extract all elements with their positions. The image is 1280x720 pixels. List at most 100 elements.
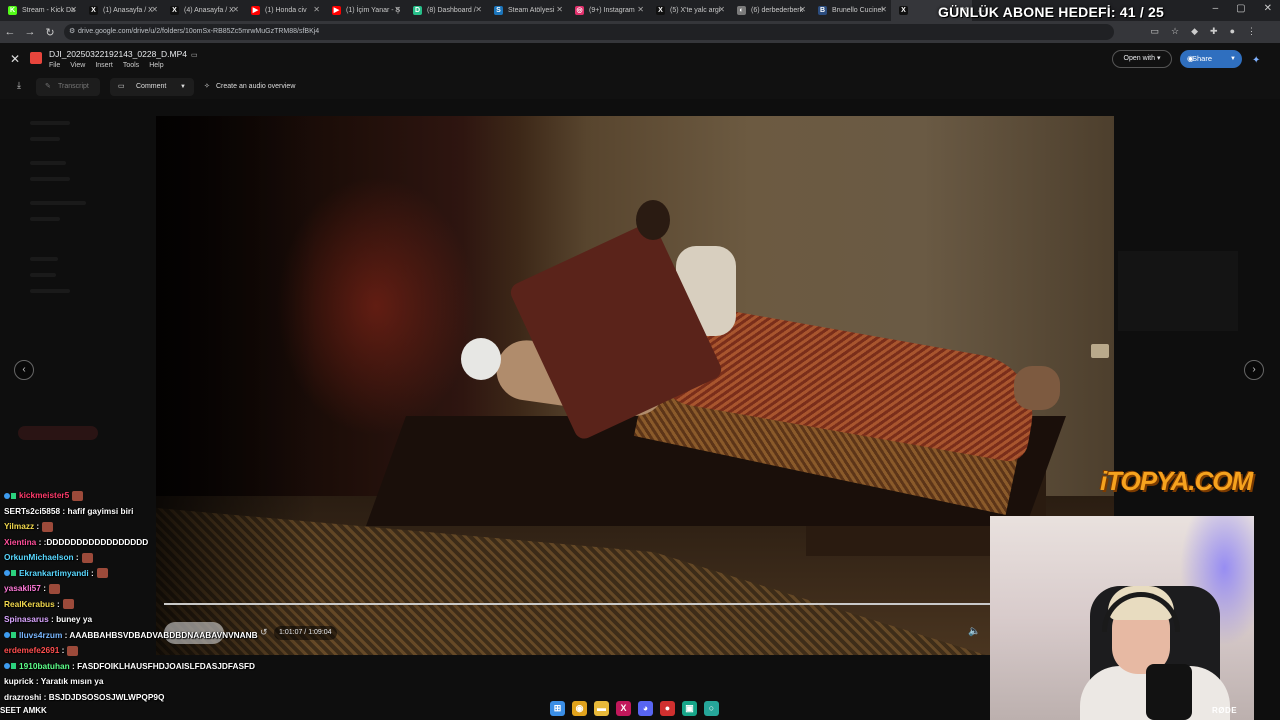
- chat-username: OrkunMichaelson: [4, 552, 74, 562]
- menu-help[interactable]: Help: [149, 62, 163, 69]
- browser-menu-icon[interactable]: ⋮: [1247, 26, 1256, 37]
- chat-text: : FASDFOIKLHAUSFHDJOAISLFDASJDFASFD: [69, 660, 256, 671]
- comment-chevron-icon[interactable]: ▼: [180, 78, 186, 96]
- next-file-button[interactable]: ›: [1244, 360, 1264, 380]
- mod-badge-icon: [11, 663, 16, 670]
- file-menu-bar: File View Insert Tools Help: [49, 62, 164, 69]
- tab-title: (9+) Instagram: [589, 7, 635, 14]
- x-app-icon[interactable]: X: [616, 700, 631, 716]
- stream-chat-overlay: kickmeister5 SERTs2ci5858 : hafif gayimsi…: [0, 476, 300, 720]
- browser-tab[interactable]: ▶ (1) Honda civ ✕: [243, 0, 324, 21]
- share-label: Share: [1192, 54, 1213, 63]
- browser-toolbar-icons: ▭ ☆ ◆ ✚ ● ⋮: [1151, 26, 1257, 37]
- browser-tab[interactable]: ◎ (9+) Instagram ✕: [567, 0, 648, 21]
- share-button[interactable]: ◉ Share ▼: [1180, 50, 1242, 68]
- reload-icon[interactable]: ↻: [40, 26, 60, 39]
- tab-close-icon[interactable]: ✕: [232, 5, 239, 14]
- audio-overview-button[interactable]: ✧ Create an audio overview: [200, 78, 312, 96]
- obs-icon[interactable]: ●: [660, 700, 675, 716]
- menu-tools[interactable]: Tools: [123, 62, 139, 69]
- chat-emote-icon: [72, 490, 84, 501]
- browser-tab[interactable]: ▶ (1) İçim Yanar - Ş ✕: [324, 0, 405, 21]
- menu-file[interactable]: File: [49, 62, 60, 69]
- tab-favicon-icon: X: [170, 6, 179, 15]
- tab-title: Stream - Kick Da: [22, 7, 75, 14]
- chrome-icon[interactable]: ◉: [572, 700, 587, 716]
- file-name: DJI_20250322192143_0228_D.MP4 ▭: [49, 49, 198, 59]
- tab-close-icon[interactable]: ✕: [556, 5, 563, 14]
- gemini-icon[interactable]: ✦: [1252, 55, 1260, 66]
- tab-close-icon[interactable]: ✕: [718, 5, 725, 14]
- minimize-icon[interactable]: –: [1213, 3, 1219, 14]
- tab-favicon-icon: ◐: [737, 6, 746, 15]
- tab-title: (1) Honda civ: [265, 7, 307, 14]
- menu-insert[interactable]: Insert: [95, 62, 113, 69]
- browser-tab[interactable]: X (4) Anasayfa / X ✕: [162, 0, 243, 21]
- browser-tab[interactable]: B Brunello Cucinel ✕: [810, 0, 891, 21]
- site-info-icon[interactable]: ⚙: [69, 24, 75, 40]
- tab-title: (8) Dashboard /: [427, 7, 476, 14]
- url-field[interactable]: ⚙ drive.google.com/drive/u/2/folders/10o…: [64, 24, 1114, 40]
- forward-icon[interactable]: →: [20, 26, 40, 38]
- chat-emote-icon: [67, 645, 79, 656]
- chat-message: kickmeister5: [4, 488, 84, 502]
- subscriber-badge-icon: [4, 570, 10, 577]
- tab-close-icon[interactable]: ✕: [151, 5, 158, 14]
- cursor-app-icon[interactable]: ▣: [682, 700, 697, 716]
- chat-username: Xientina: [4, 536, 37, 547]
- cast-icon[interactable]: ▭: [1151, 26, 1160, 37]
- maximize-icon[interactable]: ▢: [1236, 3, 1245, 14]
- tab-title: Brunello Cucinel: [832, 7, 883, 14]
- extensions-puzzle-icon[interactable]: ✚: [1210, 26, 1218, 37]
- download-icon[interactable]: ⤓: [12, 80, 26, 94]
- share-chevron-icon[interactable]: ▼: [1230, 50, 1236, 68]
- browser-tab[interactable]: K Stream - Kick Da ✕: [0, 0, 81, 21]
- browser-tab[interactable]: X (5) X'te yalc argi ✕: [648, 0, 729, 21]
- windows-start-icon[interactable]: ⊞: [550, 700, 565, 716]
- close-viewer-icon[interactable]: ✕: [10, 52, 20, 66]
- subscriber-badge-icon: [4, 492, 10, 499]
- tab-favicon-icon: K: [8, 6, 17, 15]
- comment-button[interactable]: ▭ Comment ▼: [110, 78, 194, 96]
- chat-message: Yilmazz :: [4, 519, 54, 533]
- previous-file-button[interactable]: ‹: [14, 360, 34, 380]
- file-explorer-icon[interactable]: ▬: [594, 700, 609, 716]
- back-icon[interactable]: ←: [0, 26, 20, 38]
- file-name-text: DJI_20250322192143_0228_D.MP4: [49, 49, 188, 59]
- tab-title: (5) X'te yalc argi: [670, 7, 721, 14]
- tab-title: Steam Atölyesi: [508, 7, 555, 14]
- browser-tab[interactable]: D (8) Dashboard / ✕: [405, 0, 486, 21]
- menu-view[interactable]: View: [70, 62, 85, 69]
- open-with-button[interactable]: Open with ▾: [1112, 50, 1172, 68]
- chat-emote-icon: [81, 552, 93, 563]
- transcript-button[interactable]: ✎ Transcript: [36, 78, 100, 96]
- tab-close-icon[interactable]: ✕: [637, 5, 644, 14]
- browser-tab[interactable]: S Steam Atölyesi ✕: [486, 0, 567, 21]
- chat-message: kuprick : Yaratık mısın ya: [4, 674, 103, 688]
- chat-emote-icon: [96, 568, 108, 579]
- profile-icon[interactable]: ●: [1230, 26, 1235, 37]
- browser-tab[interactable]: ◐ (6) derbederberk ✕: [729, 0, 810, 21]
- tab-close-icon[interactable]: ✕: [475, 5, 482, 14]
- tab-close-icon[interactable]: ✕: [880, 5, 887, 14]
- window-close-icon[interactable]: ✕: [1264, 3, 1272, 14]
- tab-close-icon[interactable]: ✕: [799, 5, 806, 14]
- tab-close-icon[interactable]: ✕: [394, 5, 401, 14]
- video-frame-detail: [1091, 344, 1109, 358]
- tab-close-icon[interactable]: ✕: [70, 5, 77, 14]
- tab-close-icon[interactable]: ✕: [313, 5, 320, 14]
- extension-icon[interactable]: ◆: [1191, 26, 1198, 37]
- address-bar: ← → ↻ ⚙ drive.google.com/drive/u/2/folde…: [0, 21, 1280, 43]
- discord-icon[interactable]: ◕: [638, 700, 653, 716]
- browser-tab[interactable]: X (1) Anasayfa / X ✕: [81, 0, 162, 21]
- audio-overview-label: Create an audio overview: [216, 83, 296, 90]
- chat-username: drazroshi: [4, 691, 42, 702]
- bookmark-star-icon[interactable]: ☆: [1171, 26, 1179, 37]
- chat-username: 1910batuhan: [19, 660, 70, 671]
- search-app-icon[interactable]: ○: [704, 700, 719, 716]
- chat-text: : Yaratık mısın ya: [33, 676, 104, 686]
- move-to-folder-icon[interactable]: ▭: [191, 52, 198, 59]
- volume-icon[interactable]: 🔈: [968, 626, 980, 637]
- mod-badge-icon: [11, 632, 16, 639]
- mod-badge-icon: [11, 492, 16, 499]
